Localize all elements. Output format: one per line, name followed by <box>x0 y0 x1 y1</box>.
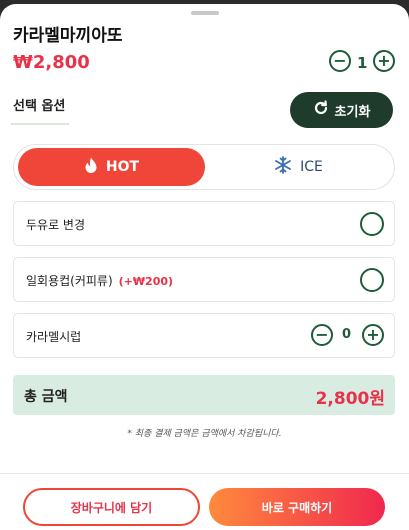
add-to-cart-button[interactable]: 장바구니에 담기 <box>23 488 200 526</box>
product-name: 카라멜마끼아또 <box>13 26 123 46</box>
refresh-icon <box>313 100 329 120</box>
option-soy-milk[interactable]: 두유로 변경 <box>13 201 395 246</box>
reset-button[interactable]: 초기화 <box>290 92 393 128</box>
option-label-row: 일회용컵(커피류) (+₩200) <box>26 272 173 289</box>
option-label: 카라멜시럽 <box>26 330 82 344</box>
fire-icon <box>84 157 98 178</box>
option-label: 일회용컵(커피류) <box>26 274 113 288</box>
ice-label: ICE <box>300 159 323 175</box>
total-value: 2,800원 <box>315 389 385 409</box>
option-radio[interactable] <box>360 212 384 236</box>
hot-option[interactable]: HOT <box>18 148 205 186</box>
option-extra-price: (+₩200) <box>118 275 174 288</box>
syrup-count: 0 <box>342 327 352 342</box>
footer-divider <box>0 473 409 474</box>
total-label: 총 금액 <box>24 389 68 405</box>
ice-option[interactable]: ICE <box>205 148 392 186</box>
tab-underline <box>11 123 69 125</box>
quantity-value: 1 <box>357 54 368 72</box>
option-radio[interactable] <box>360 268 384 292</box>
sheet-drag-handle[interactable] <box>191 11 219 15</box>
bottom-sheet: 카라멜마끼아또 ₩2,800 − 1 + 선택 옵션 초기화 HOT ICE 두… <box>0 4 409 530</box>
reset-label: 초기화 <box>334 104 371 120</box>
snowflake-icon <box>274 156 292 178</box>
tab-selected-options[interactable]: 선택 옵션 <box>13 95 65 114</box>
option-label: 두유로 변경 <box>26 218 86 232</box>
syrup-decrease-button[interactable]: − <box>311 324 333 346</box>
total-amount-box: 총 금액 2,800원 <box>13 375 395 415</box>
product-price: ₩2,800 <box>13 52 90 73</box>
payment-note: * 최종 결제 금액은 금액에서 차감됩니다. <box>127 429 282 439</box>
option-caramel-syrup: 카라멜시럽 − 0 + <box>13 313 395 358</box>
temperature-toggle: HOT ICE <box>13 144 395 190</box>
quantity-increase-button[interactable]: + <box>373 50 395 72</box>
buy-now-button[interactable]: 바로 구매하기 <box>209 488 385 526</box>
syrup-increase-button[interactable]: + <box>362 324 384 346</box>
option-disposable-cup[interactable]: 일회용컵(커피류) (+₩200) <box>13 257 395 302</box>
hot-label: HOT <box>105 159 140 175</box>
quantity-decrease-button[interactable]: − <box>329 50 351 72</box>
